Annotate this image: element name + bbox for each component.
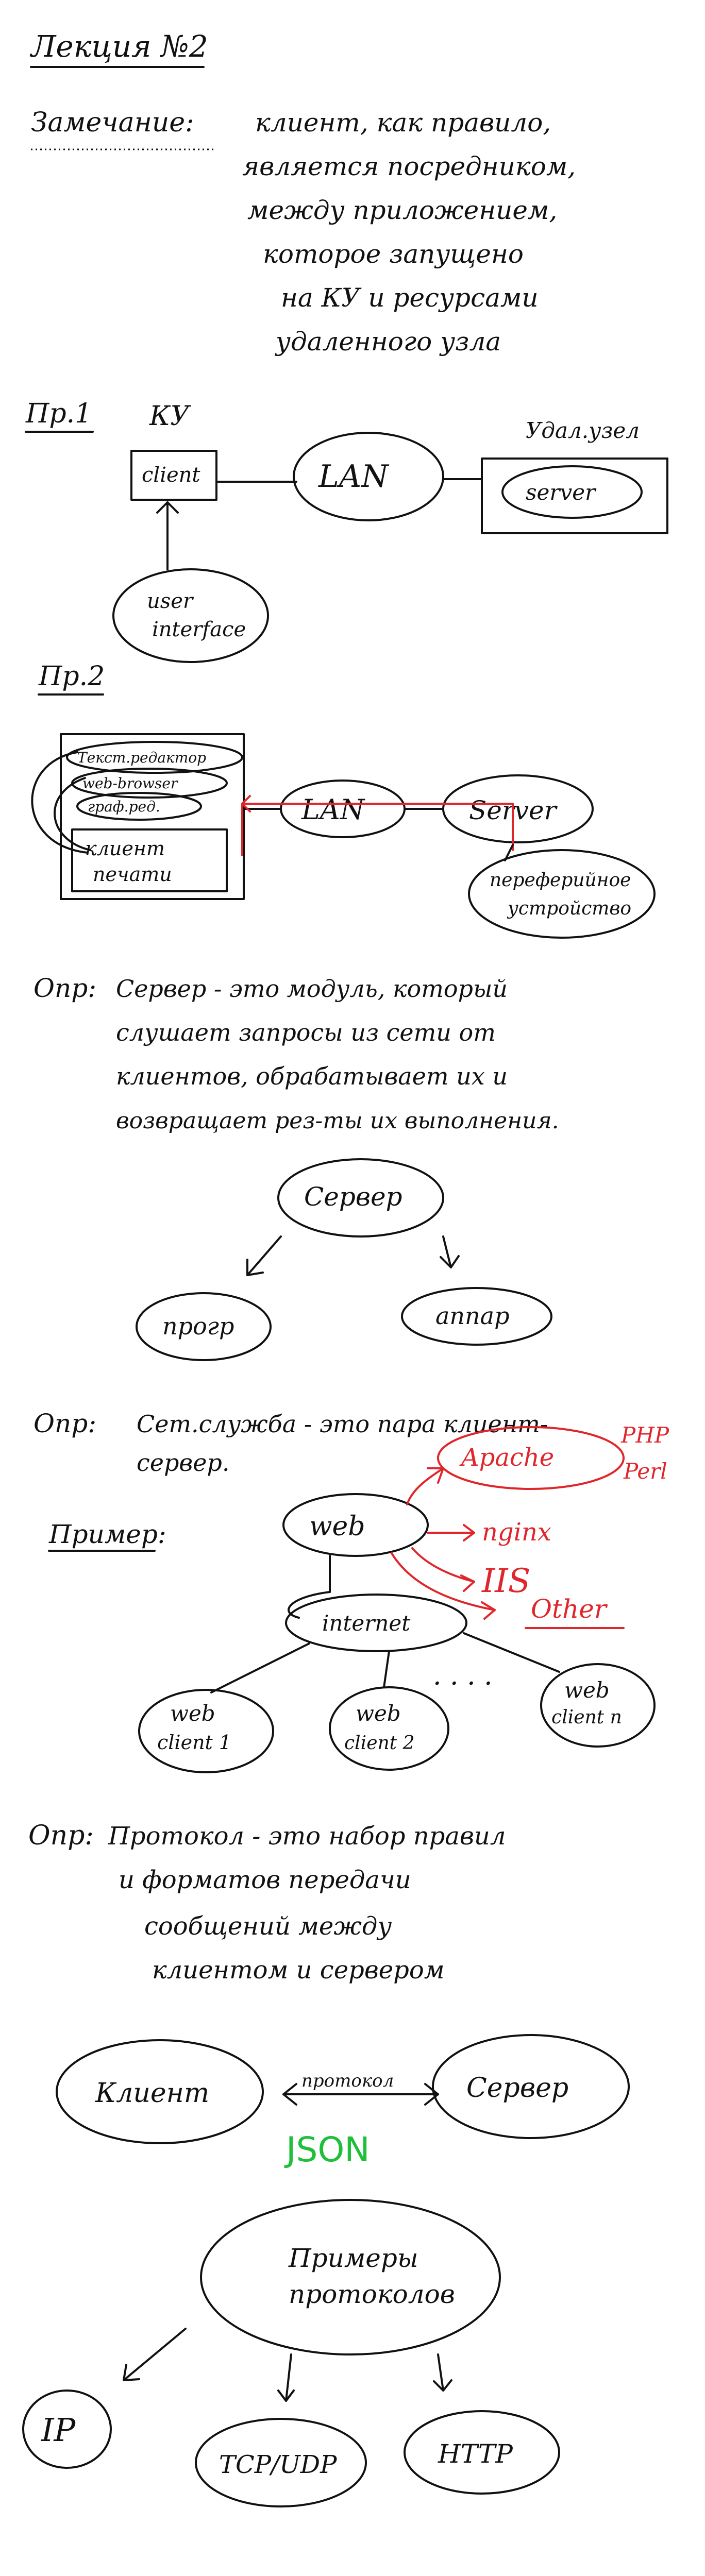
clientn-label-1: web <box>564 1677 610 1703</box>
other-label: Other <box>531 1594 608 1624</box>
note-line-6: удаленного узла <box>275 327 501 357</box>
note-line-3: между приложением, <box>247 195 557 225</box>
client-label: client <box>142 463 200 487</box>
def-service-label: Опр: <box>33 1409 96 1438</box>
ui-label-1: user <box>147 589 194 613</box>
apache-label: Apache <box>459 1443 554 1472</box>
nginx-label: nginx <box>482 1518 551 1547</box>
ui-label-2: interface <box>152 618 246 641</box>
hw-label: аппар <box>435 1302 510 1330</box>
print-client-label-2: печати <box>93 863 172 886</box>
client1-label-2: client 1 <box>157 1731 231 1754</box>
def-server-line-4: возвращает рез-ты их выполнения. <box>116 1108 559 1134</box>
def-protocol-line-3: сообщений между <box>144 1912 392 1941</box>
protocol-client-label: Клиент <box>95 2078 209 2109</box>
http-label: HTTP <box>438 2439 513 2469</box>
note-line-4: которое запущено <box>263 239 524 269</box>
note-line-5: на КУ и ресурсами <box>281 283 539 313</box>
lan2-label: LAN <box>301 793 365 826</box>
examples-ellipse <box>200 2199 501 2355</box>
def-protocol-label: Опр: <box>28 1820 94 1851</box>
perl-label: Perl <box>623 1459 667 1484</box>
remote-label: Удал.узел <box>526 418 640 443</box>
tcp-label: TCP/UDP <box>219 2450 337 2479</box>
example-label: Пример: <box>48 1519 166 1549</box>
client1-link <box>210 1642 310 1693</box>
client2-label-2: client 2 <box>344 1733 415 1754</box>
examples-title-2: протоколов <box>289 2279 455 2309</box>
def-protocol-line-1: Протокол - это набор правил <box>108 1822 506 1851</box>
note-label: Замечание: <box>31 107 194 138</box>
app-label-3: граф.ред. <box>88 798 160 815</box>
def-server-label: Опр: <box>33 973 96 1003</box>
handwritten-notes: Лекция №2 Замечание: клиент, как правило… <box>22 29 669 2507</box>
notebook-page: Лекция №2 Замечание: клиент, как правило… <box>0 0 705 2576</box>
app-label-2: web-browser <box>82 775 178 792</box>
example1-label: Пр.1 <box>25 398 92 429</box>
protocol-server-label: Сервер <box>466 2073 568 2104</box>
examples-title-1: Примеры <box>288 2243 418 2273</box>
output-label-2: устройство <box>507 898 631 919</box>
print-client-label-1: клиент <box>85 837 165 860</box>
example2-label: Пр.2 <box>38 661 105 692</box>
def-server-line-1: Сервер - это модуль, который <box>116 975 508 1003</box>
ui-ellipse <box>112 568 269 663</box>
lan-label: LAN <box>318 459 390 495</box>
def-service-line-1: Сет.служба - это пара клиент- <box>137 1410 548 1438</box>
output-ellipse <box>468 849 656 939</box>
server-node-label: Сервер <box>304 1182 402 1212</box>
ip-arrow <box>123 2328 187 2381</box>
app-label-1: Текст.редактор <box>77 749 206 766</box>
internet-label: internet <box>322 1611 410 1636</box>
server-label: server <box>526 480 597 505</box>
def-server-line-3: клиентов, обрабатывает их и <box>116 1062 508 1090</box>
iis-label: IIS <box>481 1562 530 1600</box>
def-protocol-line-2: и форматов передачи <box>119 1866 411 1894</box>
note-line-1: клиент, как правило, <box>255 108 551 138</box>
prog-label: прогр <box>162 1312 234 1340</box>
server-left-arrow <box>246 1235 282 1276</box>
def-protocol-line-4: клиентом и сервером <box>152 1956 445 1985</box>
output-label-1: переферийное <box>490 870 631 891</box>
clients-ellipsis: . . . . <box>433 1660 493 1691</box>
client2-ellipse <box>329 1686 449 1771</box>
client1-label-1: web <box>170 1701 215 1726</box>
clientn-ellipse <box>540 1663 656 1748</box>
php-label: PHP <box>620 1422 669 1448</box>
apache-arrow <box>406 1467 444 1505</box>
note-line-2: является посредником, <box>242 151 576 181</box>
ip-label: IP <box>41 2411 76 2449</box>
other-arrow <box>391 1552 496 1611</box>
client2-label-1: web <box>356 1701 401 1726</box>
other-arrowhead <box>481 1601 496 1620</box>
client2-link <box>383 1650 390 1688</box>
def-server-line-2: слушает запросы из сети от <box>116 1019 496 1046</box>
protocol-label: протокол <box>301 2071 394 2091</box>
def-service-line-2: сервер. <box>137 1449 230 1477</box>
lecture-title: Лекция №2 <box>29 29 208 64</box>
web-label: web <box>309 1511 365 1542</box>
ku-label: КУ <box>149 401 191 432</box>
format-label: JSON <box>284 2130 370 2170</box>
clientn-label-2: client n <box>551 1707 622 1728</box>
